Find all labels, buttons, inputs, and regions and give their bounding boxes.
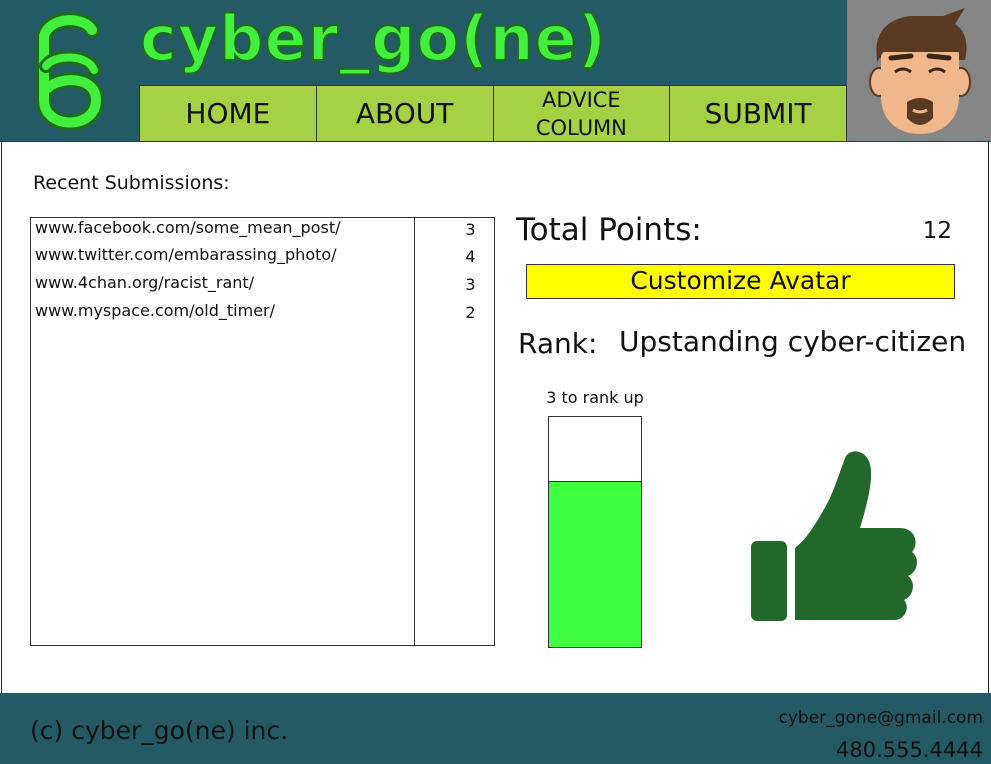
submission-points: 4 — [465, 247, 476, 266]
customize-avatar-button[interactable]: Customize Avatar — [526, 264, 955, 299]
rank-up-text: 3 to rank up — [546, 388, 644, 407]
nav-home[interactable]: HOME — [139, 85, 317, 142]
rank-progress-fill — [549, 481, 641, 647]
footer-phone: 480.555.4444 — [836, 738, 983, 762]
table-row[interactable]: www.twitter.com/embarassing_photo/ 4 — [31, 245, 496, 273]
submission-points: 3 — [465, 275, 476, 294]
total-points-value: 12 — [922, 218, 952, 244]
nav-about[interactable]: ABOUT — [315, 85, 494, 142]
submission-url[interactable]: www.twitter.com/embarassing_photo/ — [35, 245, 337, 264]
site-brand-title[interactable]: cyber_go(ne) — [139, 3, 607, 75]
submission-points: 2 — [465, 303, 476, 322]
footer-copyright: (c) cyber_go(ne) inc. — [30, 716, 289, 745]
table-row[interactable]: www.4chan.org/racist_rant/ 3 — [31, 273, 496, 301]
rank-progress-bar — [548, 416, 642, 648]
submission-url[interactable]: www.facebook.com/some_mean_post/ — [35, 218, 340, 237]
avatar-face-icon — [869, 8, 971, 134]
logo-icon[interactable] — [30, 10, 110, 132]
submission-url[interactable]: www.4chan.org/racist_rant/ — [35, 273, 254, 292]
submissions-table[interactable]: www.facebook.com/some_mean_post/ 3 www.t… — [30, 217, 495, 646]
thumbs-up-icon — [751, 451, 917, 621]
user-avatar[interactable] — [847, 0, 991, 141]
main-nav: HOME ABOUT ADVICE COLUMN SUBMIT — [139, 85, 847, 142]
table-row[interactable]: www.facebook.com/some_mean_post/ 3 — [31, 218, 496, 246]
footer-email-link[interactable]: cyber_gone@gmail.com — [779, 708, 984, 728]
table-row[interactable]: www.myspace.com/old_timer/ 2 — [31, 301, 496, 329]
nav-submit[interactable]: SUBMIT — [669, 85, 847, 142]
recent-submissions-title: Recent Submissions: — [33, 172, 230, 194]
nav-advice-column[interactable]: ADVICE COLUMN — [492, 85, 671, 142]
submission-points: 3 — [465, 220, 476, 239]
total-points-label: Total Points: — [516, 212, 702, 248]
submission-url[interactable]: www.myspace.com/old_timer/ — [35, 301, 275, 320]
rank-value: Upstanding cyber-citizen — [619, 325, 967, 358]
rank-label: Rank: — [518, 327, 598, 360]
table-column-divider — [414, 217, 415, 646]
